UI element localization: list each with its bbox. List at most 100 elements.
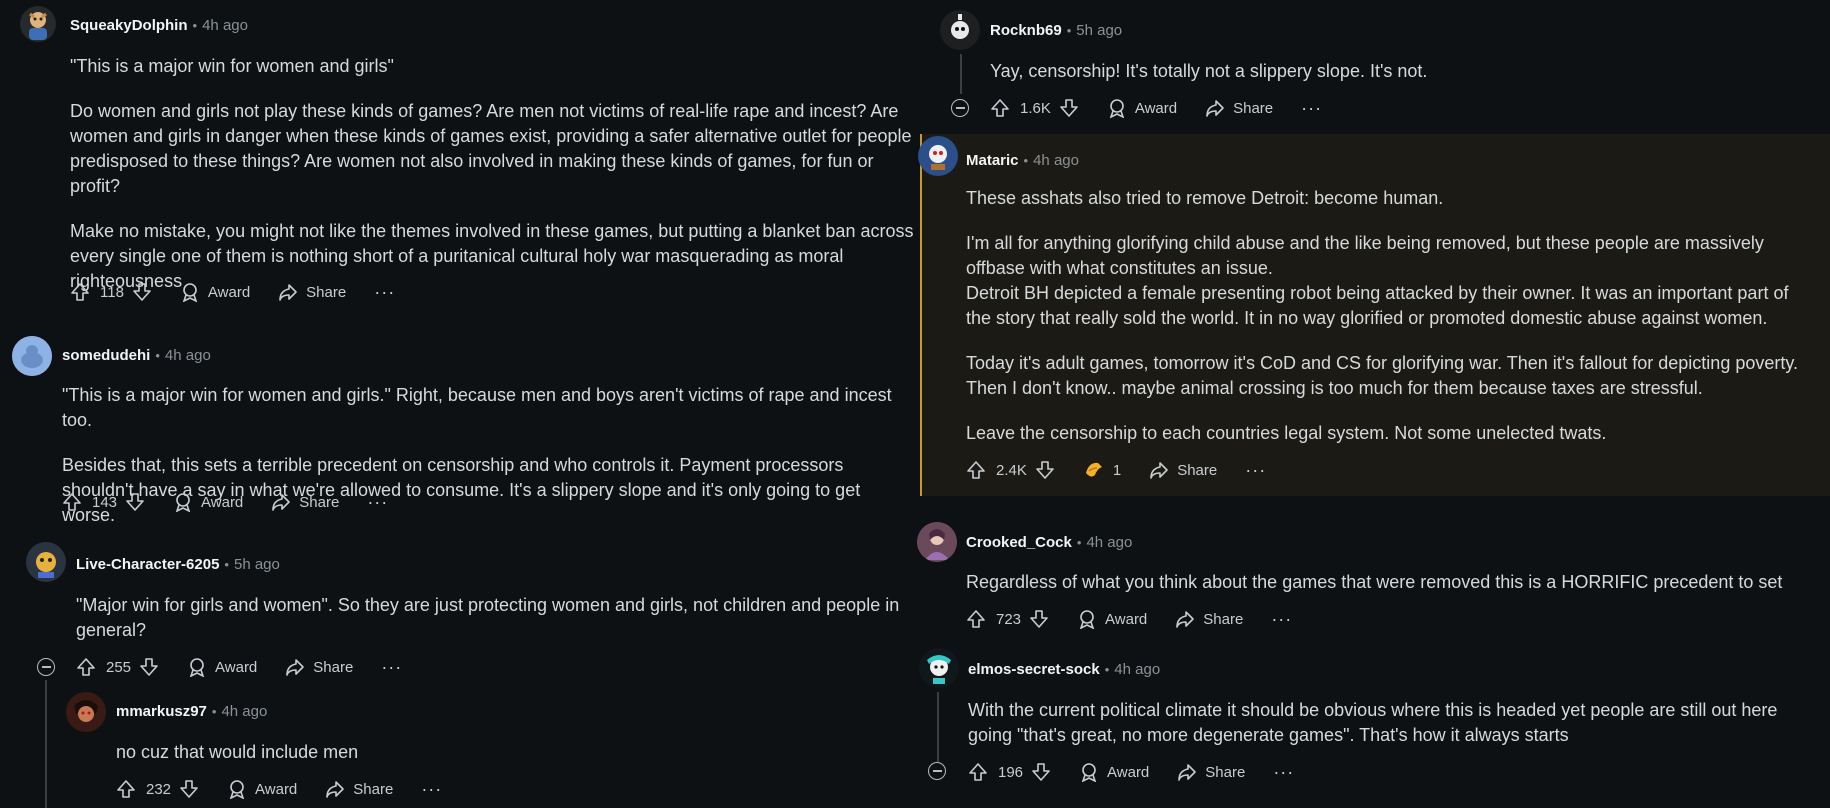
award-button[interactable]: Award xyxy=(180,282,250,302)
award-badge[interactable]: 1 xyxy=(1083,459,1121,481)
share-label: Share xyxy=(306,283,347,301)
timestamp[interactable]: 4h ago xyxy=(1086,534,1132,551)
timestamp[interactable]: 4h ago xyxy=(202,17,248,34)
comment-actions: 143 Award Share ··· xyxy=(62,487,388,517)
thread-line[interactable] xyxy=(937,692,939,762)
downvote-button[interactable] xyxy=(132,282,152,302)
upvote-button[interactable] xyxy=(966,609,986,629)
share-icon xyxy=(279,284,297,301)
upvote-button[interactable] xyxy=(76,657,96,677)
upvote-button[interactable] xyxy=(116,779,136,799)
share-button[interactable]: Share xyxy=(271,492,339,512)
share-button[interactable]: Share xyxy=(1205,98,1273,118)
share-button[interactable]: Share xyxy=(1175,609,1243,629)
comment-header: SqueakyDolphin • 4h ago xyxy=(70,10,910,40)
downvote-icon xyxy=(126,493,144,511)
share-icon xyxy=(286,659,305,676)
comment: Crooked_Cock • 4h ago xyxy=(966,527,1566,557)
avatar[interactable] xyxy=(918,136,958,176)
separator: • xyxy=(192,17,198,33)
username[interactable]: SqueakyDolphin xyxy=(70,17,188,34)
comment-paragraph: "This is a major win for women and girls… xyxy=(62,385,892,430)
comment-header: Mataric • 4h ago xyxy=(966,145,1566,175)
avatar[interactable] xyxy=(919,648,959,688)
comment-paragraph: Do women and girls not play these kinds … xyxy=(70,101,912,196)
share-button[interactable]: Share xyxy=(278,282,346,302)
award-icon xyxy=(1109,99,1125,118)
comment-paragraph: no cuz that would include men xyxy=(116,742,359,762)
username[interactable]: Mataric xyxy=(966,152,1019,169)
more-options-button[interactable]: ··· xyxy=(381,657,402,678)
upvote-button[interactable] xyxy=(990,98,1010,118)
upvote-button[interactable] xyxy=(966,460,986,480)
comment-body: no cuz that would include men xyxy=(116,740,816,765)
comment-body: With the current political climate it sh… xyxy=(968,698,1818,748)
upvote-button[interactable] xyxy=(968,762,988,782)
username[interactable]: Crooked_Cock xyxy=(966,534,1072,551)
downvote-icon xyxy=(1060,99,1078,117)
award-icon xyxy=(189,658,205,677)
downvote-button[interactable] xyxy=(179,779,199,799)
upvote-icon xyxy=(63,493,81,511)
timestamp[interactable]: 5h ago xyxy=(1076,22,1122,39)
downvote-button[interactable] xyxy=(1031,762,1051,782)
share-button[interactable]: Share xyxy=(285,657,353,677)
timestamp[interactable]: 4h ago xyxy=(221,703,267,720)
thread-line[interactable] xyxy=(45,680,47,808)
share-button[interactable]: Share xyxy=(325,779,393,799)
comment-actions: 1.6K Award Share ··· xyxy=(990,93,1322,123)
downvote-button[interactable] xyxy=(1059,98,1079,118)
award-button[interactable]: Award xyxy=(227,779,297,799)
upvote-button[interactable] xyxy=(70,282,90,302)
collapse-thread-button[interactable] xyxy=(37,658,55,676)
username[interactable]: Live-Character-6205 xyxy=(76,556,219,573)
upvote-icon xyxy=(967,461,985,479)
avatar[interactable] xyxy=(12,336,52,376)
upvote-button[interactable] xyxy=(62,492,82,512)
share-button[interactable]: Share xyxy=(1177,762,1245,782)
downvote-icon xyxy=(180,780,198,798)
avatar[interactable] xyxy=(66,692,106,732)
award-button[interactable]: Award xyxy=(187,657,257,677)
more-options-button[interactable]: ··· xyxy=(1245,460,1266,481)
avatar[interactable] xyxy=(917,522,957,562)
award-button[interactable]: Award xyxy=(1079,762,1149,782)
more-options-button[interactable]: ··· xyxy=(374,282,395,303)
downvote-button[interactable] xyxy=(139,657,159,677)
thread-line[interactable] xyxy=(960,54,962,94)
avatar[interactable] xyxy=(26,542,66,582)
share-label: Share xyxy=(313,658,354,676)
timestamp[interactable]: 4h ago xyxy=(165,347,211,364)
more-options-button[interactable]: ··· xyxy=(1301,98,1322,119)
downvote-button[interactable] xyxy=(1029,609,1049,629)
username[interactable]: elmos-secret-sock xyxy=(968,661,1100,678)
downvote-button[interactable] xyxy=(1035,460,1055,480)
more-options-button[interactable]: ··· xyxy=(1271,609,1292,630)
comment-paragraph: "This is a major win for women and girls… xyxy=(70,56,394,76)
separator: • xyxy=(224,556,229,572)
comment-actions: 255 Award Share ··· xyxy=(76,652,402,682)
award-button[interactable]: Award xyxy=(1107,98,1177,118)
comment-paragraph: Today it's adult games, tomorrow it's Co… xyxy=(966,353,1799,398)
award-button[interactable]: Award xyxy=(1077,609,1147,629)
timestamp[interactable]: 4h ago xyxy=(1114,661,1160,678)
comment-paragraph: These asshats also tried to remove Detro… xyxy=(966,188,1444,208)
more-options-button[interactable]: ··· xyxy=(421,779,442,800)
share-button[interactable]: Share xyxy=(1149,460,1217,480)
downvote-button[interactable] xyxy=(125,492,145,512)
award-icon xyxy=(182,283,198,302)
collapse-thread-button[interactable] xyxy=(951,99,969,117)
avatar[interactable] xyxy=(940,10,980,50)
timestamp[interactable]: 4h ago xyxy=(1033,152,1079,169)
more-options-button[interactable]: ··· xyxy=(1273,762,1294,783)
username[interactable]: mmarkusz97 xyxy=(116,703,207,720)
share-label: Share xyxy=(353,780,394,798)
timestamp[interactable]: 5h ago xyxy=(234,556,280,573)
username[interactable]: Rocknb69 xyxy=(990,22,1062,39)
collapse-thread-button[interactable] xyxy=(928,762,946,780)
username[interactable]: somedudehi xyxy=(62,347,150,364)
avatar[interactable] xyxy=(20,6,56,42)
more-options-button[interactable]: ··· xyxy=(367,492,388,513)
comment-paragraph: Yay, censorship! It's totally not a slip… xyxy=(990,61,1428,81)
award-button[interactable]: Award xyxy=(173,492,243,512)
